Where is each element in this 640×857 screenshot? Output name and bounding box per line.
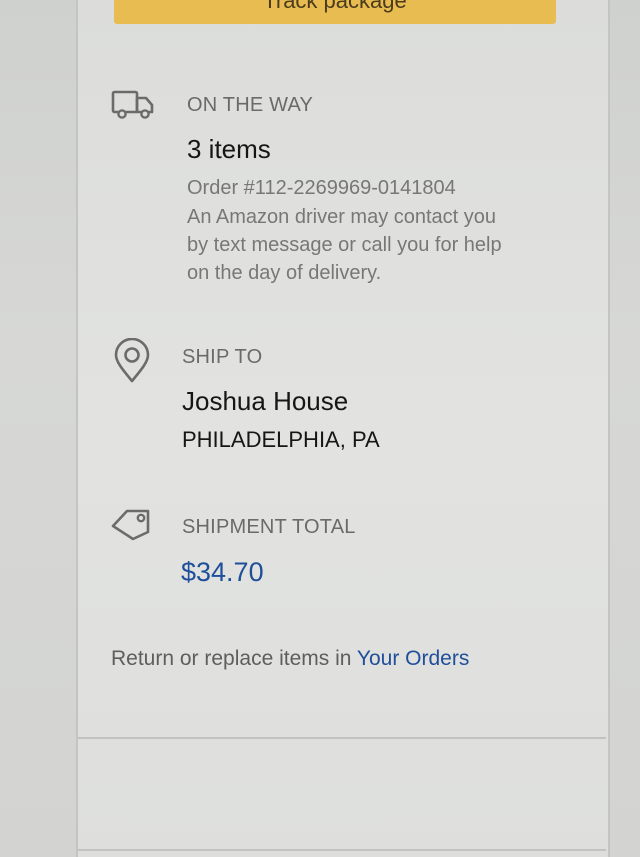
location-pin-icon [114,338,150,383]
section-divider [78,737,606,739]
recipient-name: Joshua House [182,386,349,416]
return-replace-text: Return or replace items in Your Orders [111,647,469,671]
price-tag-icon [111,509,150,541]
track-package-button[interactable]: Track package [114,0,556,24]
order-number: Order #112-2269969-0141804 [187,177,456,199]
recipient-city: PHILADELPHIA, PA [182,427,380,452]
return-replace-label: Return or replace items in [111,647,357,670]
your-orders-link[interactable]: Your Orders [357,647,469,670]
on-the-way-heading: ON THE WAY [187,94,314,116]
track-package-label: Track package [263,0,407,13]
shipment-total-heading: SHIPMENT TOTAL [182,516,356,538]
delivery-notice-line-2: by text message or call you for help [187,234,502,256]
ship-to-heading: SHIP TO [182,346,263,368]
item-count: 3 items [187,134,271,164]
delivery-truck-icon [111,90,154,119]
delivery-notice-line-1: An Amazon driver may contact you [187,206,497,228]
order-confirmation-screen: Track package ON THE WAY 3 items Order #… [0,0,640,857]
bottom-divider [78,849,606,851]
delivery-notice-line-3: on the day of delivery. [187,262,382,284]
shipment-total-amount: $34.70 [181,557,264,587]
